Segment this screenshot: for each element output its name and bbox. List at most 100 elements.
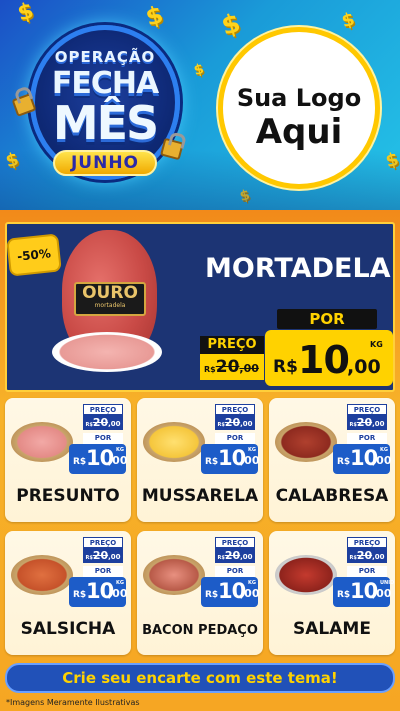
old-price-int: 20 [356,416,373,429]
price-unit: KG [116,580,124,586]
dollar-sign-icon: $ [192,61,206,79]
old-price-int: 20 [92,549,109,562]
logo-text-line2: Aqui [255,112,343,152]
old-price-int: 20 [224,549,241,562]
old-price-currency: R$ [204,365,216,374]
price-dec: ,00 [347,356,381,378]
price-dec: ,00 [240,454,260,467]
product-card[interactable]: PREÇO R$20,00 POR R$ 10,00 UNID SALAME [269,531,395,655]
dollar-sign-icon: $ [339,8,358,33]
disclaimer-note: *Imagens Meramente Ilustrativas [6,698,140,707]
dollar-sign-icon: $ [383,148,400,173]
month-ribbon: JUNHO [53,150,157,176]
new-price-label: POR [83,433,123,444]
badge-line-operacao: OPERAÇÃO [54,48,156,66]
old-price-currency: R$ [217,555,225,561]
price-dec: ,00 [372,587,392,600]
old-price-int: 20 [215,357,240,377]
old-price: R$20,00 [200,354,264,380]
new-price-label: POR [347,433,387,444]
product-image [275,555,337,595]
discount-badge: -50% [8,235,60,275]
price-unit: KG [248,580,256,586]
price-unit: UNID [380,580,395,586]
old-price-currency: R$ [349,555,357,561]
old-price-int: 20 [224,416,241,429]
price-currency: R$ [337,457,351,467]
new-price-label: POR [215,566,255,577]
new-price-label: POR [277,309,377,329]
price-dec: ,00 [240,587,260,600]
old-price-label: PREÇO [200,336,264,354]
product-image [275,422,337,462]
old-price-currency: R$ [85,422,93,428]
product-image [11,555,73,595]
price-currency: R$ [205,457,219,467]
product-card[interactable]: PREÇO R$20,00 POR R$ 10,00 KG MUSSARELA [137,398,263,522]
new-price: R$ 10,00 KG [69,577,128,607]
product-card[interactable]: PREÇO R$20,00 POR R$ 10,00 KG BACON PEDAÇO [137,531,263,655]
old-price-int: 20 [356,549,373,562]
price-unit: KG [370,340,383,349]
old-price-dec: ,00 [108,420,121,428]
price-currency: R$ [273,357,298,377]
old-price-dec: ,00 [108,553,121,561]
price-dec: ,00 [108,454,128,467]
product-name: BACON PEDAÇO [142,623,258,638]
new-price-label: POR [83,566,123,577]
old-price: R$20,00 [83,415,123,430]
price-unit: KG [116,447,124,453]
old-price-dec: ,00 [372,553,385,561]
new-price-label: POR [347,566,387,577]
price-unit: KG [380,447,388,453]
product-card[interactable]: PREÇO R$20,00 POR R$ 10,00 KG PRESUNTO [5,398,131,522]
product-image [143,555,205,595]
product-card[interactable]: PREÇO R$20,00 POR R$ 10,00 KG CALABRESA [269,398,395,522]
mortadela-slices-image [52,332,162,372]
old-price-int: 20 [92,416,109,429]
old-price-dec: ,00 [239,362,259,375]
logo-text-line1: Sua Logo [236,84,362,112]
dollar-sign-icon: $ [15,0,37,27]
old-price-label: PREÇO [215,404,255,415]
price-currency: R$ [205,590,219,600]
product-name: SALSICHA [20,619,116,639]
old-price: R$20,00 [347,415,387,430]
product-name: PRESUNTO [16,486,120,506]
old-price-currency: R$ [217,422,225,428]
dollar-sign-icon: $ [218,8,244,42]
old-price-label: PREÇO [83,404,123,415]
product-card[interactable]: PREÇO R$20,00 POR R$ 10,00 KG SALSICHA [5,531,131,655]
product-image [11,422,73,462]
new-price: R$ 10,00 UNID [333,577,394,607]
store-logo-placeholder[interactable]: Sua Logo Aqui [218,27,380,189]
price-currency: R$ [73,590,87,600]
old-price: R$20,00 [83,548,123,563]
new-price: R$ 10,00 KG [69,444,128,474]
new-price: R$ 10,00 KG [333,444,392,474]
new-price: R$ 10 ,00 KG [265,330,393,386]
price-currency: R$ [73,457,87,467]
featured-product-name: MORTADELA [205,253,391,284]
cta-banner[interactable]: Crie seu encarte com este tema! [5,663,395,693]
old-price-currency: R$ [349,422,357,428]
brand-name: OURO [82,283,138,303]
price-dec: ,00 [372,454,392,467]
old-price-currency: R$ [85,555,93,561]
product-image [143,422,205,462]
old-price-dec: ,00 [240,553,253,561]
price-dec: ,00 [108,587,128,600]
old-price-label: PREÇO [347,537,387,548]
brand-subtitle: mortadela [94,302,126,309]
old-price: R$20,00 [215,548,255,563]
dollar-sign-icon: $ [142,0,167,32]
new-price-label: POR [215,433,255,444]
price-int: 10 [298,338,350,382]
product-name: SALAME [293,619,371,639]
old-price-label: PREÇO [215,537,255,548]
old-price-dec: ,00 [240,420,253,428]
old-price-label: PREÇO [347,404,387,415]
product-name: CALABRESA [275,486,389,506]
new-price: R$ 10,00 KG [201,577,260,607]
product-name: MUSSARELA [141,486,259,506]
